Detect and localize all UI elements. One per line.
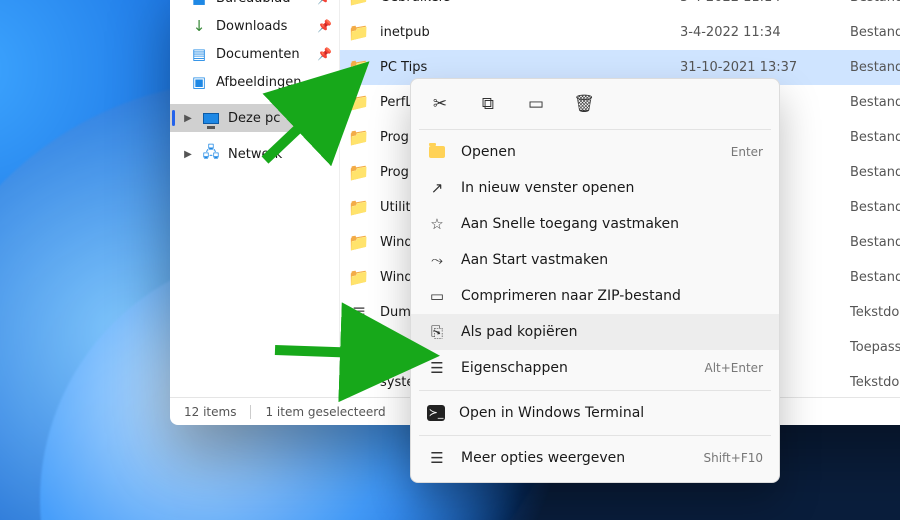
folder-icon: 📁 <box>348 268 370 288</box>
folder-icon: 📁 <box>348 0 370 8</box>
file-type: Bestand <box>850 165 900 180</box>
file-name: PC Tips <box>380 60 670 75</box>
nav-label: Bureaublad <box>216 0 309 6</box>
file-type: Tekstdocument <box>850 375 900 390</box>
desktop-icon: ■ <box>190 0 208 7</box>
ctx-open-terminal[interactable]: ≻_ Open in Windows Terminal <box>411 395 779 431</box>
ctx-copy-as-path[interactable]: ⎘ Als pad kopiëren <box>411 314 779 350</box>
file-type: Toepassing <box>850 340 900 355</box>
file-row[interactable]: 📁 inetpub 3-4-2022 11:34 Bestand <box>340 15 900 50</box>
more-options-icon: ☰ <box>427 449 447 467</box>
folder-icon: 📁 <box>348 23 370 43</box>
status-selection: 1 item geselecteerd <box>265 405 385 419</box>
file-type: Bestand <box>850 25 900 40</box>
properties-icon: ☰ <box>427 359 447 377</box>
file-type: Bestand <box>850 200 900 215</box>
document-icon: ▤ <box>190 45 208 63</box>
file-date: 3-4-2022 11:14 <box>680 0 840 5</box>
nav-item-desktop[interactable]: ■ Bureaublad 📌 <box>170 0 339 12</box>
status-item-count: 12 items <box>184 405 236 419</box>
folder-icon: 📁 <box>348 93 370 113</box>
ctx-open[interactable]: Openen Enter <box>411 134 779 170</box>
ctx-pin-quick-access[interactable]: ☆ Aan Snelle toegang vastmaken <box>411 206 779 242</box>
pin-icon: 📌 <box>317 19 331 33</box>
ctx-pin-start[interactable]: ⤳ Aan Start vastmaken <box>411 242 779 278</box>
delete-button[interactable]: 🗑 <box>571 91 597 117</box>
file-type: Tekstdocument <box>850 305 900 320</box>
folder-icon: 📁 <box>348 198 370 218</box>
nav-item-this-pc[interactable]: ▶ Deze pc <box>170 104 339 132</box>
pin-icon: 📌 <box>317 47 331 61</box>
network-icon: 🖧 <box>202 142 220 167</box>
file-type: Bestand <box>850 95 900 110</box>
file-type: Bestand <box>850 130 900 145</box>
nav-label: Afbeeldingen <box>216 75 309 90</box>
file-date: 31-10-2021 13:37 <box>680 60 840 75</box>
terminal-icon: ≻_ <box>427 405 445 421</box>
pin-icon: 📌 <box>317 0 331 5</box>
zip-icon: ▭ <box>427 287 447 305</box>
nav-label: Downloads <box>216 19 309 34</box>
context-menu: ✂ ⧉ ▭ 🗑 Openen Enter ↗ In nieuw venster … <box>410 78 780 483</box>
copy-button[interactable]: ⧉ <box>475 91 501 117</box>
download-icon: ↓ <box>190 17 208 35</box>
this-pc-icon <box>202 109 220 127</box>
file-name: inetpub <box>380 25 670 40</box>
nav-pane: ■ Bureaublad 📌 ↓ Downloads 📌 ▤ Documente… <box>170 0 340 397</box>
file-date: 3-4-2022 11:34 <box>680 25 840 40</box>
rename-button[interactable]: ▭ <box>523 91 549 117</box>
nav-label: Documenten <box>216 47 309 62</box>
file-type: Bestand <box>850 270 900 285</box>
chevron-right-icon: ▶ <box>182 149 194 160</box>
nav-label: Deze pc <box>228 111 331 126</box>
file-type: Bestand <box>850 235 900 250</box>
pictures-icon: ▣ <box>190 73 208 91</box>
file-type: Bestand <box>850 60 900 75</box>
context-menu-top-actions: ✂ ⧉ ▭ 🗑 <box>411 85 779 125</box>
folder-icon: 📁 <box>348 233 370 253</box>
nav-label: Netwerk <box>228 147 331 162</box>
ctx-properties[interactable]: ☰ Eigenschappen Alt+Enter <box>411 350 779 386</box>
application-icon: ◆ <box>348 338 370 358</box>
ctx-show-more-options[interactable]: ☰ Meer opties weergeven Shift+F10 <box>411 440 779 476</box>
chevron-right-icon: ▶ <box>182 113 194 124</box>
cut-button[interactable]: ✂ <box>427 91 453 117</box>
file-row[interactable]: 📁 Gebruikers 3-4-2022 11:14 Bestand <box>340 0 900 15</box>
copy-path-icon: ⎘ <box>427 323 447 341</box>
folder-icon <box>427 143 447 161</box>
folder-icon: 📁 <box>348 128 370 148</box>
file-type: Bestand <box>850 0 900 5</box>
pin-icon: ⤳ <box>427 251 447 269</box>
nav-item-network[interactable]: ▶ 🖧 Netwerk <box>170 140 339 168</box>
ctx-compress-zip[interactable]: ▭ Comprimeren naar ZIP-bestand <box>411 278 779 314</box>
folder-icon: 📁 <box>348 163 370 183</box>
new-window-icon: ↗ <box>427 179 447 197</box>
file-name: Gebruikers <box>380 0 670 5</box>
nav-item-documents[interactable]: ▤ Documenten 📌 <box>170 40 339 68</box>
nav-item-pictures[interactable]: ▣ Afbeeldingen 📌 <box>170 68 339 96</box>
ctx-open-new-window[interactable]: ↗ In nieuw venster openen <box>411 170 779 206</box>
folder-icon: 📁 <box>348 58 370 78</box>
pin-icon: 📌 <box>317 75 331 89</box>
nav-item-downloads[interactable]: ↓ Downloads 📌 <box>170 12 339 40</box>
text-file-icon: ≣ <box>348 373 370 393</box>
text-file-icon: ≣ <box>348 303 370 323</box>
star-icon: ☆ <box>427 215 447 233</box>
